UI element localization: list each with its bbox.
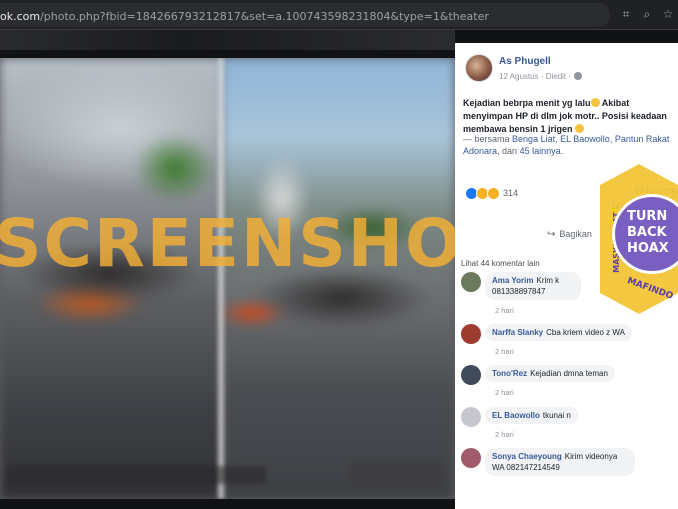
commenter-name[interactable]: Tono'Rez <box>492 369 527 378</box>
reaction-count: 314 <box>503 188 519 198</box>
comment-time[interactable]: 2 hari <box>495 306 514 315</box>
zoom-icon[interactable]: ⌕ <box>640 7 654 21</box>
post-panel: As Phugell 12 Agustus · Diedit · Kejadia… <box>455 43 678 509</box>
url-text[interactable]: ok.com/photo.php?fbid=184266793212817&se… <box>0 10 489 23</box>
top-strip <box>0 30 455 50</box>
sad-emoji-icon <box>590 98 600 107</box>
comment-bubble: Sonya Chaeyoung Kirim videonya WA 0821472… <box>485 448 635 476</box>
share-count[interactable]: 141 kali dibagi <box>611 202 662 211</box>
tag-more-link[interactable]: 45 lainnya <box>520 146 561 156</box>
avatar[interactable] <box>465 54 493 82</box>
comment-time[interactable]: 2 hari <box>495 347 514 356</box>
comment-bubble: EL Baowollo tkunai n <box>485 407 578 424</box>
comment-text: Cba kriem video z WA <box>546 328 625 337</box>
globe-icon <box>574 72 583 80</box>
url-field[interactable]: ok.com/photo.php?fbid=184266793212817&se… <box>0 3 610 27</box>
comment-text: Kejadian dmna teman <box>530 369 608 378</box>
comment-bubble: Tono'Rez Kejadian dmna teman <box>485 365 615 382</box>
wow-icon <box>487 187 500 200</box>
commenter-name[interactable]: Narffa Slanky <box>492 328 543 337</box>
star-icon[interactable]: ☆ <box>661 7 675 21</box>
commenter-name[interactable]: EL Baowollo <box>492 411 540 420</box>
comment-time[interactable]: 2 hari <box>495 388 514 397</box>
view-more-comments[interactable]: Lihat 44 komentar lain <box>461 259 540 268</box>
post-date[interactable]: 12 Agustus <box>499 72 539 81</box>
comment-bubble: Narffa Slanky Cba kriem video z WA <box>485 324 632 341</box>
share-icon: ↪ <box>547 229 556 240</box>
commenter-name[interactable]: Ama Yorim <box>492 276 534 285</box>
tagline: — bersama Benga Liat, EL Baowollo, Pantu… <box>463 134 670 156</box>
blurred-caption <box>6 466 266 484</box>
tag-link[interactable]: Benga Liat <box>512 134 555 144</box>
comment-count[interactable]: 59 Komentar <box>635 186 678 195</box>
post-meta: 12 Agustus · Diedit · <box>499 72 583 81</box>
translate-icon[interactable]: ⌗ <box>619 7 633 21</box>
commenter-avatar[interactable] <box>461 407 481 427</box>
crying-emoji-icon <box>575 124 585 133</box>
comment-text: tkunai n <box>542 411 571 420</box>
commenter-avatar[interactable] <box>461 448 481 468</box>
browser-address-bar: ok.com/photo.php?fbid=184266793212817&se… <box>0 0 678 30</box>
share-button[interactable]: ↪ Bagikan <box>547 229 592 240</box>
post-caption: Kejadian bebrpa menit yg lalu Akibat men… <box>463 98 667 134</box>
comment-bubble: Ama Yorim Krim k 081338897847 <box>485 272 581 300</box>
post-edited[interactable]: Diedit <box>546 72 566 81</box>
commenter-name[interactable]: Sonya Chaeyoung <box>492 452 562 461</box>
post-author[interactable]: As Phugell <box>499 56 551 67</box>
commenter-avatar[interactable] <box>461 365 481 385</box>
blurred-label <box>350 462 442 484</box>
commenter-avatar[interactable] <box>461 272 481 292</box>
commenter-avatar[interactable] <box>461 324 481 344</box>
comment-time[interactable]: 2 hari <box>495 430 514 439</box>
tag-link[interactable]: EL Baowollo <box>560 134 610 144</box>
